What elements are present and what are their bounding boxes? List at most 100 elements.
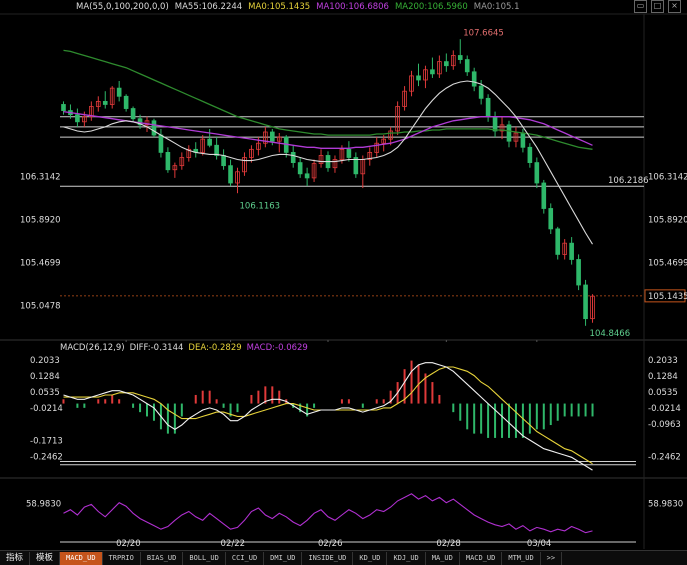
indicator-tab[interactable]: MA_UD: [426, 551, 460, 565]
macd-left-tick: 0.2033: [30, 356, 60, 366]
oscillator-left-tick: 58.9830: [26, 500, 61, 510]
right-price-tick: 105.8920: [648, 216, 687, 226]
macd-left-tick: -0.1713: [30, 436, 63, 446]
x-tick-label: 02/20: [116, 539, 141, 549]
candle-body: [527, 146, 533, 164]
candle-body: [123, 95, 129, 109]
indicator-tab[interactable]: KDJ_UD: [387, 551, 426, 565]
candle-body: [534, 162, 540, 184]
macd-dea-label: DEA:-0.2829: [188, 343, 242, 353]
candle-body: [304, 173, 310, 179]
candle-body: [221, 155, 226, 167]
indicator-tab[interactable]: INSIDE_UD: [302, 551, 354, 565]
chart-canvas[interactable]: 106.3142 105.8920 105.4699 105.0478 106.3142…: [0, 0, 687, 564]
indicator-tab[interactable]: 模板: [30, 551, 61, 565]
level-annotation: 106.2186: [608, 176, 649, 186]
right-price-tick: 105.4699: [648, 259, 687, 269]
low-annotation: 104.8466: [590, 329, 631, 339]
candle-body: [555, 228, 561, 255]
indicator-tab[interactable]: KD_UD: [353, 551, 388, 565]
ma0-label: MA0:105.1435: [248, 2, 311, 12]
ma-params-label: MA(55,0,100,200,0,0): [76, 2, 169, 12]
macd-right-tick: -0.2462: [648, 452, 681, 462]
x-tick-label: 02/22: [221, 539, 246, 549]
candle-body: [290, 151, 296, 163]
candle-body: [444, 61, 449, 67]
oscillator-right-tick: 58.9830: [648, 500, 683, 510]
macd-value-label: MACD:-0.0629: [246, 343, 308, 353]
prior-low-annotation: 106.1163: [240, 202, 281, 212]
maximize-icon[interactable]: □: [651, 0, 664, 13]
left-price-tick: 106.3142: [20, 172, 61, 182]
macd-left-tick: 0.0535: [30, 388, 60, 398]
candle-body: [471, 71, 477, 87]
macd-right-tick: 0.1284: [648, 372, 678, 382]
candle-body: [457, 55, 463, 60]
indicator-tab[interactable]: 指标: [0, 551, 31, 565]
candle-body: [297, 162, 303, 175]
candle-body: [583, 284, 588, 320]
macd-left-tick: -0.2462: [30, 452, 63, 462]
indicator-tab[interactable]: MACD_UD: [460, 551, 503, 565]
indicator-tab[interactable]: CCI_UD: [226, 551, 265, 565]
candle-body: [576, 259, 581, 286]
macd-diff-label: DIFF:-0.3144: [129, 343, 184, 353]
macd-right-tick: -0.0214: [648, 404, 681, 414]
window-controls: ▭ □ ×: [634, 0, 681, 13]
collapse-icon[interactable]: ▭: [634, 0, 647, 13]
macd-params-label: MACD(26,12,9): [60, 343, 125, 353]
candle-body: [102, 101, 108, 105]
indicator-tab[interactable]: DMI_UD: [264, 551, 303, 565]
macd-right-tick: 0.0535: [648, 388, 678, 398]
high-annotation: 107.6645: [463, 29, 504, 39]
candle-body: [207, 138, 212, 146]
candle-body: [346, 148, 352, 158]
candle-body: [464, 59, 470, 73]
left-price-tick: 105.0478: [20, 302, 61, 312]
candle-body: [130, 108, 136, 120]
indicator-tab[interactable]: BIAS_UD: [141, 551, 184, 565]
macd-right-tick: -0.0963: [648, 420, 681, 430]
candle-body: [158, 134, 164, 153]
candle-body: [541, 182, 547, 209]
candle-body: [151, 120, 157, 136]
ma200-label: MA200:106.5960: [394, 2, 468, 12]
x-tick-label: 02/26: [318, 539, 343, 549]
indicator-tab[interactable]: TRPRIO: [103, 551, 141, 565]
candle-body: [506, 124, 512, 142]
macd-header: MACD(26,12,9) DIFF:-0.3144 DEA:-0.2829 M…: [60, 343, 308, 353]
indicator-tab[interactable]: MTM_UD: [502, 551, 541, 565]
indicator-tab[interactable]: BOLL_UD: [183, 551, 226, 565]
candle-body: [430, 69, 435, 75]
x-tick-label: 03/04: [527, 539, 552, 549]
left-price-tick: 105.4699: [20, 259, 61, 269]
indicator-header: MA(55,0,100,200,0,0) MA55:106.2244 MA0:1…: [0, 0, 687, 14]
current-price-label: 105.1435: [648, 292, 687, 302]
candle-body: [492, 116, 498, 132]
x-tick-label: 02/28: [436, 539, 461, 549]
candle-body: [416, 75, 421, 81]
right-price-tick: 106.3142: [648, 172, 687, 182]
candle-body: [269, 131, 275, 142]
macd-left-tick: 0.1284: [30, 372, 60, 382]
candle-body: [165, 151, 171, 171]
candle-body: [228, 165, 233, 184]
candle-body: [116, 87, 122, 97]
candle-body: [75, 114, 80, 123]
ma55-label: MA55:106.2244: [174, 2, 243, 12]
candle-body: [548, 208, 554, 230]
ma100-label: MA100:106.6806: [316, 2, 389, 12]
close-icon[interactable]: ×: [668, 0, 681, 13]
candle-body: [520, 132, 526, 148]
macd-left-tick: -0.0214: [30, 404, 63, 414]
macd-right-tick: 0.2033: [648, 356, 678, 366]
indicator-tab[interactable]: >>: [541, 551, 563, 565]
indicator-tab[interactable]: MACD_UD: [60, 551, 103, 565]
indicator-tabs: 指标 模板 MACD_UD TRPRIO BIAS_UD BOLL_UD CCI_UD DMI…: [0, 550, 687, 565]
candle-body: [61, 104, 66, 111]
left-price-tick: 105.8920: [20, 216, 61, 226]
candle-body: [478, 85, 484, 99]
candle-body: [569, 242, 574, 260]
ma0b-label: MA0:105.1: [473, 2, 520, 12]
candle-body: [485, 97, 491, 118]
